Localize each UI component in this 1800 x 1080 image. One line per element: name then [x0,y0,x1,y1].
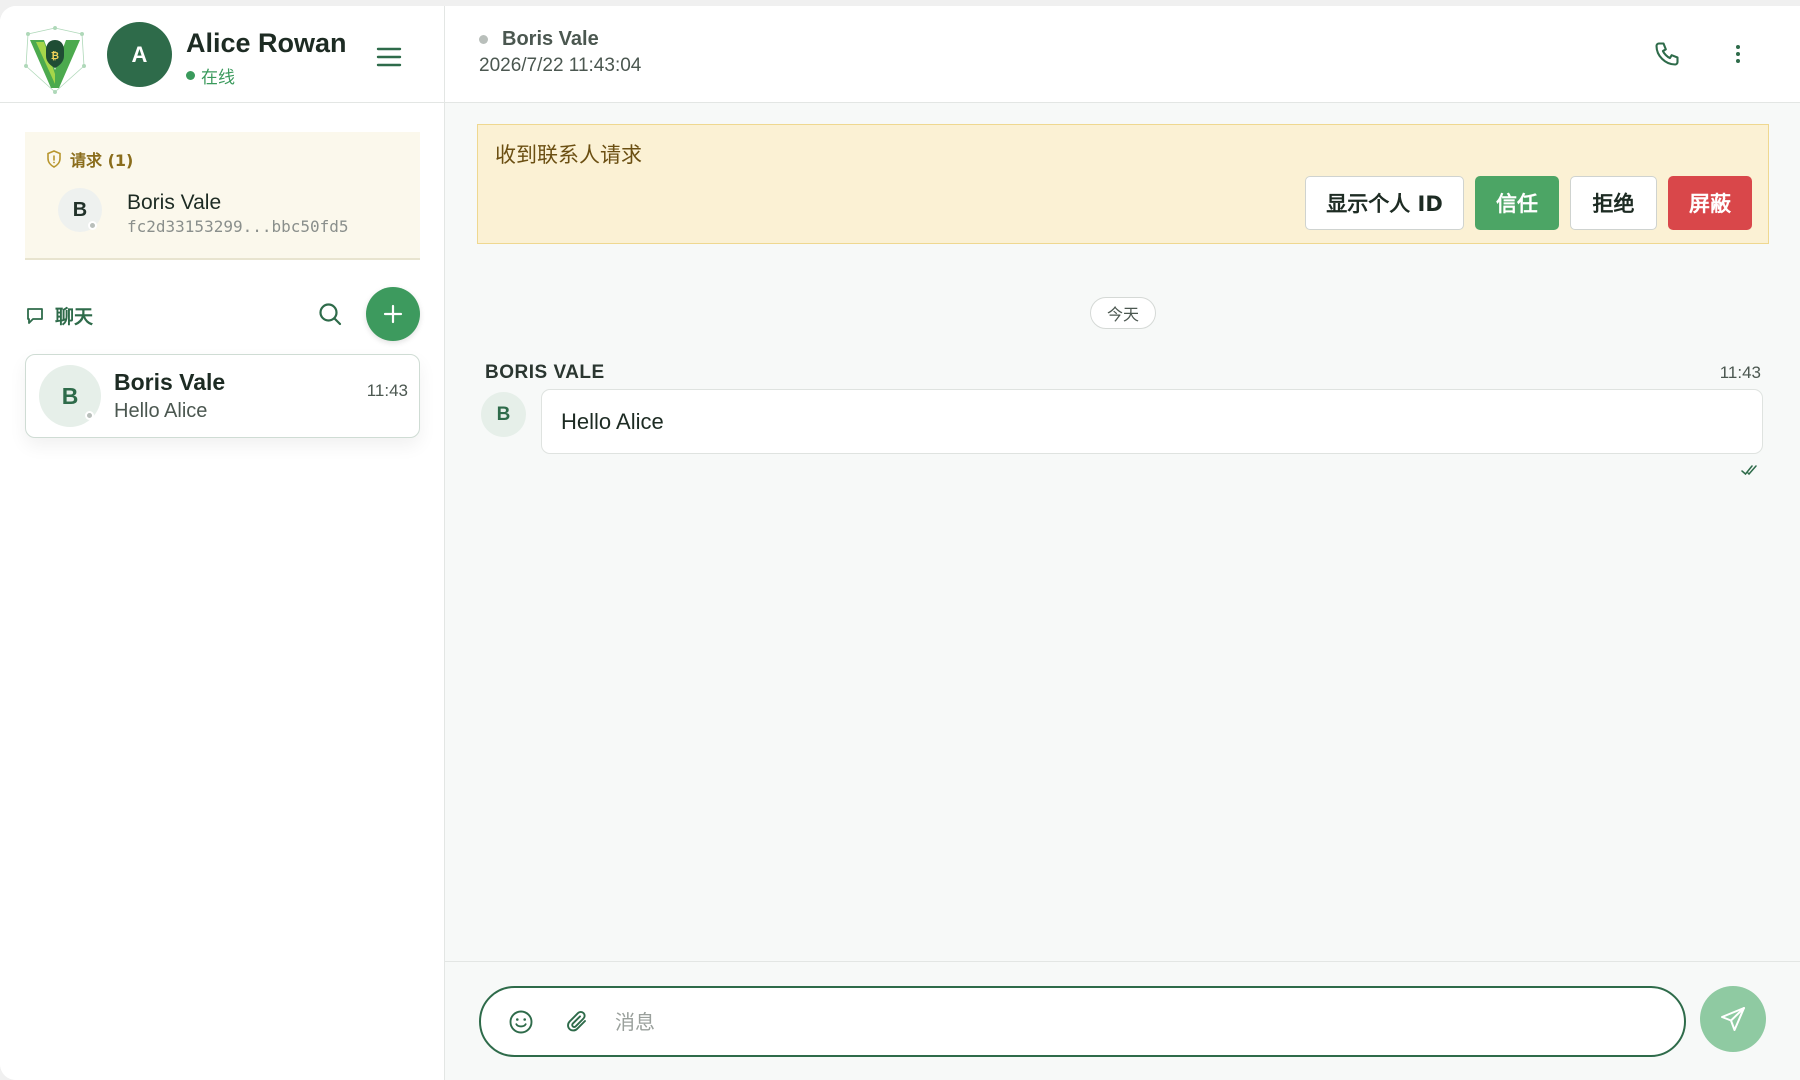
chat-name: Boris Vale [114,369,226,395]
composer [479,986,1686,1057]
shield-icon [47,150,61,168]
day-divider: 今天 [1090,297,1156,329]
request-id: fc2d33153299...bbc50fd5 [127,217,349,236]
message-bubble[interactable]: Hello Alice [541,389,1763,454]
show-id-button[interactable]: 显示个人 ID [1305,176,1464,230]
peer-name-group: Boris Vale [479,28,599,51]
requests-header: 请求 (1) [46,147,133,171]
search-icon[interactable] [317,301,343,327]
paperclip-icon[interactable] [565,1009,591,1035]
contact-request-banner: 收到联系人请求 显示个人 ID 信任 拒绝 屏蔽 [477,124,1769,244]
peer-name: Boris Vale [502,28,599,50]
sidebar: ₿ A Alice Rowan 在线 请求 (1) B Boris Vale f… [0,6,445,1080]
chat-list-item[interactable]: B Boris Vale Hello Alice 11:43 [25,354,420,438]
request-name: Boris Vale [127,191,222,214]
user-status-label: 在线 [201,68,235,88]
block-button[interactable]: 屏蔽 [1668,176,1752,230]
plus-icon [383,304,403,324]
conversation-pane: Boris Vale 2026/7/22 11:43:04 收到联系人请求 显示… [445,6,1800,1080]
chat-avatar-initial: B [61,382,79,409]
chat-avatar: B [39,365,101,427]
chats-header: 聊天 [25,286,420,342]
offline-dot-icon [88,221,97,230]
peer-datetime: 2026/7/22 11:43:04 [479,55,642,76]
banner-title: 收到联系人请求 [495,143,642,167]
requests-section: 请求 (1) B Boris Vale fc2d33153299...bbc50… [25,132,420,260]
reject-button[interactable]: 拒绝 [1570,176,1657,230]
request-avatar: B [58,188,102,232]
new-chat-button[interactable] [366,287,420,341]
user-avatar[interactable]: A [107,22,172,87]
trust-button[interactable]: 信任 [1475,176,1559,230]
chats-title: 聊天 [55,306,94,328]
send-button[interactable] [1700,986,1766,1052]
chats-title-group: 聊天 [25,302,93,329]
more-vertical-icon[interactable] [1726,42,1750,66]
emoji-icon[interactable] [508,1009,534,1035]
offline-dot-icon [479,35,488,44]
chat-bubble-icon [27,307,43,324]
composer-area [445,961,1800,1080]
send-icon [1721,1007,1745,1031]
chat-preview: Hello Alice [114,400,208,422]
sidebar-header: ₿ A Alice Rowan 在线 [0,6,444,103]
chat-time: 11:43 [366,381,408,400]
offline-dot-icon [85,411,94,420]
hamburger-menu-icon[interactable] [376,46,402,68]
message-sender: BORIS VALE [485,362,605,383]
request-avatar-initial: B [72,198,88,221]
requests-title: 请求 (1) [70,151,134,170]
phone-icon[interactable] [1653,40,1681,68]
online-dot-icon [186,71,195,80]
double-check-icon [1741,465,1757,476]
user-status: 在线 [186,63,235,88]
app-window: ₿ A Alice Rowan 在线 请求 (1) B Boris Vale f… [0,6,1800,1080]
message-avatar: B [481,392,526,437]
app-logo-icon: ₿ [24,26,86,94]
user-name: Alice Rowan [186,28,347,58]
conversation-header: Boris Vale 2026/7/22 11:43:04 [445,6,1800,103]
message-time: 11:43 [1719,363,1761,382]
message-input[interactable] [615,1002,1655,1042]
svg-text:₿: ₿ [51,50,59,62]
